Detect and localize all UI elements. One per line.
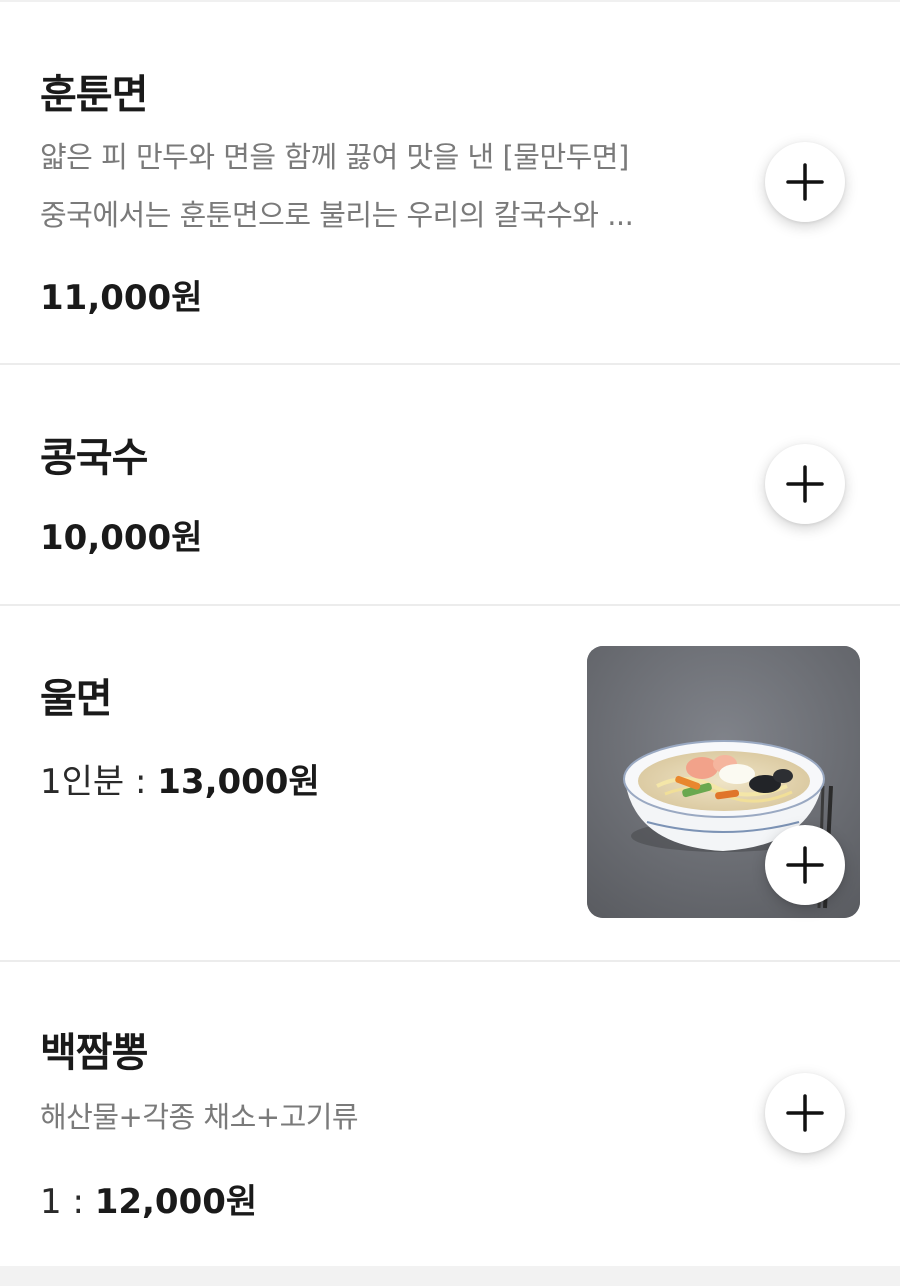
menu-list-page: 훈툰면 얇은 피 만두와 면을 함께 끓여 맛을 낸 [물만두면] 중국에서는 …	[0, 0, 900, 1286]
menu-item-name: 울면	[40, 676, 113, 722]
menu-item-name: 훈툰면	[40, 72, 148, 118]
add-to-cart-button[interactable]	[765, 142, 845, 222]
price-value: 12,000원	[94, 1182, 258, 1222]
price-value: 11,000원	[40, 278, 203, 318]
menu-item-name: 콩국수	[40, 435, 148, 481]
menu-item-price: 1인분 : 13,000원	[40, 754, 320, 803]
plus-icon	[786, 1094, 824, 1132]
price-value: 10,000원	[40, 518, 203, 558]
plus-icon	[786, 465, 824, 503]
menu-item-description-line1: 얇은 피 만두와 면을 함께 끓여 맛을 낸 [물만두면]	[40, 140, 629, 174]
menu-item-price: 11,000원	[40, 270, 202, 319]
menu-item-name: 백짬뽕	[40, 1030, 148, 1076]
menu-item-description: 해산물+각종 채소+고기류	[40, 1100, 359, 1134]
add-to-cart-button[interactable]	[765, 1073, 845, 1153]
bottom-section-divider	[0, 1266, 900, 1286]
add-to-cart-button[interactable]	[765, 825, 845, 905]
menu-item-baek-jjamppong[interactable]: 백짬뽕 해산물+각종 채소+고기류 1 : 12,000원	[0, 962, 900, 1266]
menu-item-price: 10,000원	[40, 510, 202, 559]
menu-item-ulmyeon[interactable]: 울면 1인분 : 13,000원	[0, 606, 900, 962]
plus-icon	[786, 163, 824, 201]
price-prefix: 1 :	[40, 1182, 95, 1222]
menu-item-description-line2: 중국에서는 훈툰면으로 불리는 우리의 칼국수와 ...	[40, 198, 634, 232]
price-prefix: 1인분 :	[40, 762, 158, 802]
add-to-cart-button[interactable]	[765, 444, 845, 524]
menu-item-price: 1 : 12,000원	[40, 1174, 257, 1223]
plus-icon	[786, 846, 824, 884]
menu-item-kongguksu[interactable]: 콩국수 10,000원	[0, 365, 900, 606]
price-value: 13,000원	[157, 762, 320, 802]
menu-item-huntun-noodle[interactable]: 훈툰면 얇은 피 만두와 면을 함께 끓여 맛을 낸 [물만두면] 중국에서는 …	[0, 2, 900, 365]
